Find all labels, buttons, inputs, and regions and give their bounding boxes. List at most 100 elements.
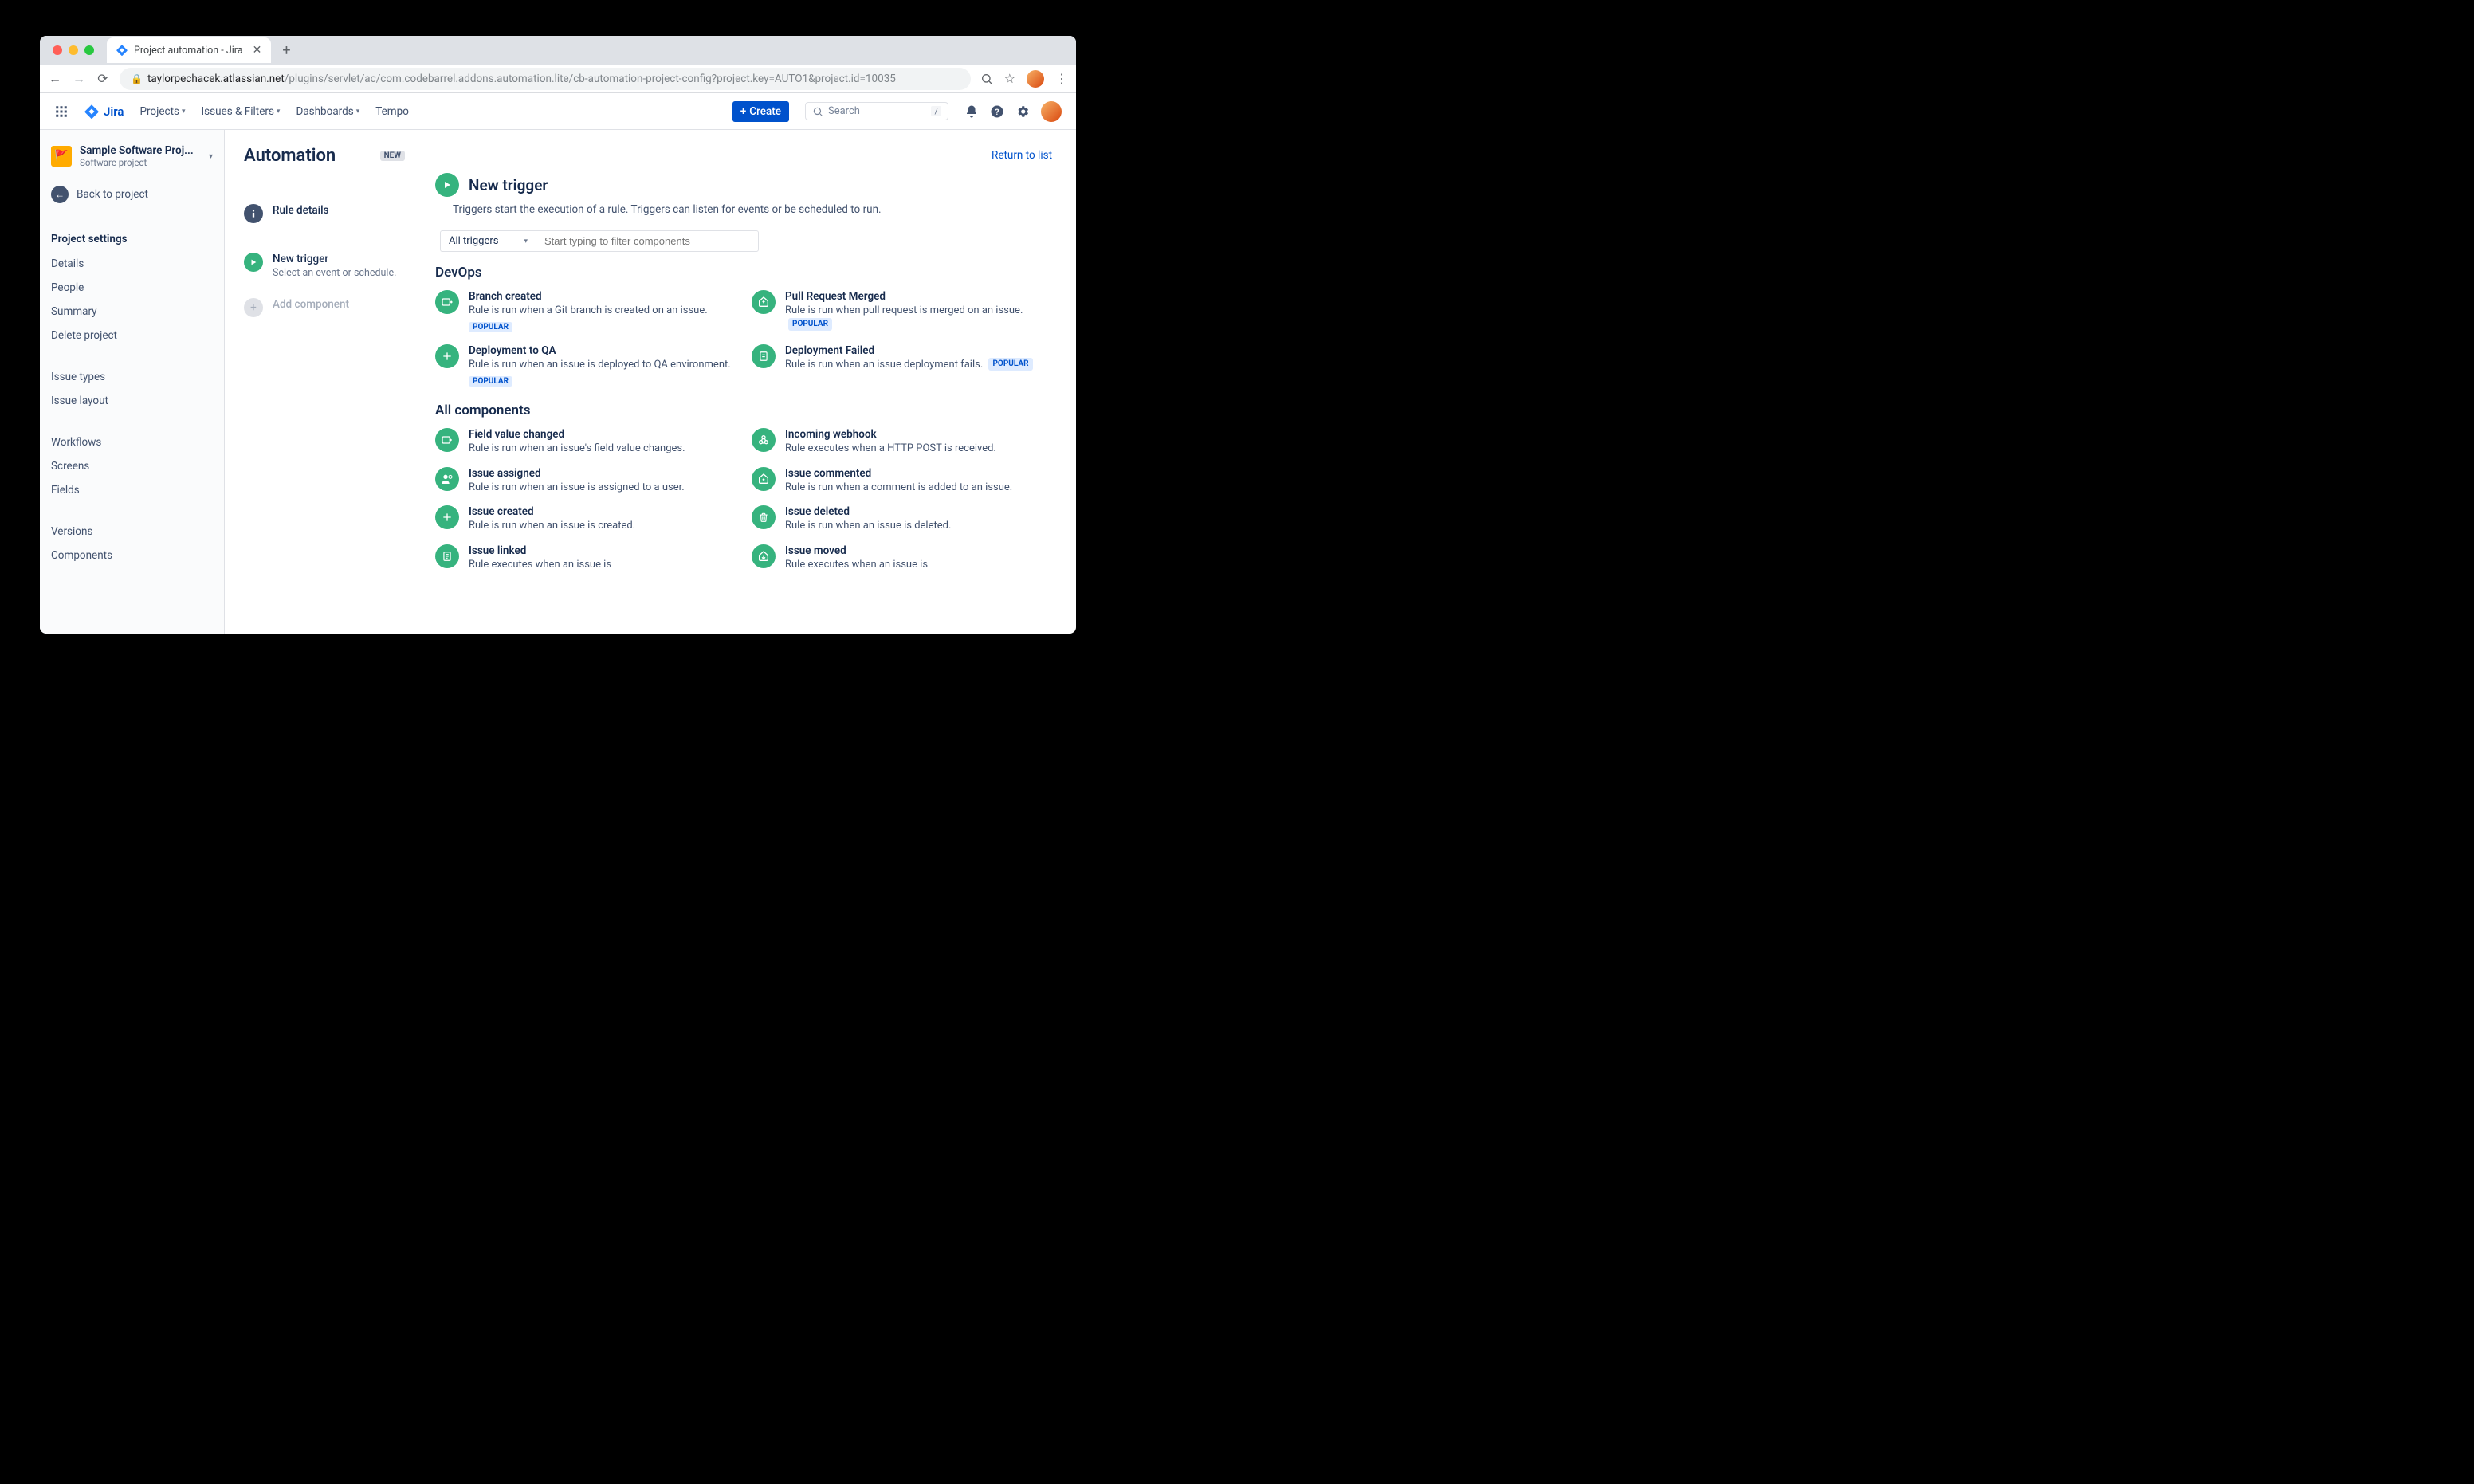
info-icon — [244, 204, 263, 223]
sidebar-heading: Project settings — [46, 226, 218, 252]
url-path: /plugins/servlet/ac/com.codebarrel.addon… — [285, 73, 896, 85]
new-badge: NEW — [380, 151, 405, 161]
trigger-card[interactable]: Deployment FailedRule is run when an iss… — [752, 344, 1052, 387]
browser-tab[interactable]: Project automation - Jira ✕ — [107, 37, 271, 63]
trigger-card[interactable]: Issue commentedRule is run when a commen… — [752, 467, 1052, 495]
tab-title: Project automation - Jira — [134, 45, 243, 57]
sidebar-item-workflows[interactable]: Workflows — [46, 430, 218, 454]
trigger-card-title: Issue linked — [469, 544, 611, 557]
plus-icon: + — [740, 105, 747, 118]
nav-projects[interactable]: Projects▾ — [139, 105, 185, 118]
doc-icon — [752, 344, 776, 368]
trigger-card[interactable]: Branch createdRule is run when a Git bra… — [435, 290, 736, 333]
arrow-left-icon: ← — [51, 186, 69, 203]
play-icon — [244, 253, 263, 272]
trigger-card[interactable]: Field value changedRule is run when an i… — [435, 428, 736, 456]
trigger-card-title: Pull Request Merged — [785, 290, 1052, 303]
trigger-card-desc: Rule is run when an issue's field value … — [469, 442, 685, 456]
trigger-card-title: Issue deleted — [785, 505, 951, 518]
trigger-card-title: Issue moved — [785, 544, 928, 557]
sidebar-item-details[interactable]: Details — [46, 252, 218, 276]
search-icon — [812, 106, 823, 117]
reload-button[interactable]: ⟳ — [96, 71, 110, 86]
trigger-card-title: Branch created — [469, 290, 708, 303]
nav-dashboards[interactable]: Dashboards▾ — [296, 105, 359, 118]
chevron-down-icon: ▾ — [182, 108, 186, 116]
chevron-down-icon: ▾ — [356, 108, 360, 116]
trigger-card[interactable]: Issue createdRule is run when an issue i… — [435, 505, 736, 533]
comment-icon — [752, 467, 776, 491]
user-icon — [435, 467, 459, 491]
trigger-filter-input[interactable] — [536, 230, 759, 252]
rule-step-add-component[interactable]: + Add component — [244, 289, 405, 327]
jira-logo[interactable]: Jira — [84, 104, 124, 119]
profile-avatar[interactable] — [1027, 70, 1044, 88]
sidebar-item-summary[interactable]: Summary — [46, 300, 218, 324]
app-switcher-icon[interactable] — [54, 104, 69, 119]
trigger-card[interactable]: Issue movedRule executes when an issue i… — [752, 544, 1052, 572]
rule-step-rule-details[interactable]: Rule details — [244, 194, 405, 233]
nav-tempo[interactable]: Tempo — [375, 105, 409, 118]
address-bar[interactable]: 🔒 taylorpechacek.atlassian.net/plugins/s… — [120, 68, 971, 90]
notifications-icon[interactable] — [964, 104, 979, 119]
chevron-down-icon: ▾ — [277, 108, 281, 116]
bookmark-icon[interactable]: ☆ — [1004, 71, 1015, 86]
sidebar-item-fields[interactable]: Fields — [46, 478, 218, 502]
trigger-card-desc: Rule is run when a comment is added to a… — [785, 481, 1012, 495]
help-icon[interactable]: ? — [990, 104, 1004, 119]
section-devops-heading: DevOps — [435, 265, 1052, 281]
pr-icon — [752, 290, 776, 314]
sidebar-item-people[interactable]: People — [46, 276, 218, 300]
trigger-card-desc: Rule is run when an issue is deleted. — [785, 519, 951, 533]
sidebar-item-issue-types[interactable]: Issue types — [46, 365, 218, 389]
settings-icon[interactable] — [1015, 104, 1030, 119]
trigger-card[interactable]: Deployment to QARule is run when an issu… — [435, 344, 736, 387]
sidebar-item-screens[interactable]: Screens — [46, 454, 218, 478]
search-shortcut: / — [931, 106, 941, 116]
user-avatar[interactable] — [1041, 101, 1062, 122]
rule-step-new-trigger[interactable]: New trigger Select an event or schedule. — [244, 243, 405, 289]
create-button[interactable]: +Create — [732, 101, 789, 122]
minimize-window-icon[interactable] — [69, 45, 78, 55]
trigger-card-desc: Rule is run when a Git branch is created… — [469, 304, 708, 318]
trigger-card-desc: Rule is run when an issue deployment fai… — [785, 358, 1033, 372]
project-switcher[interactable]: 🚩 Sample Software Proj... Software proje… — [46, 144, 218, 179]
trigger-card-desc: Rule is run when an issue is deployed to… — [469, 358, 731, 372]
play-icon — [435, 173, 459, 197]
trigger-card[interactable]: Pull Request MergedRule is run when pull… — [752, 290, 1052, 333]
sidebar-item-versions[interactable]: Versions — [46, 520, 218, 544]
popular-badge: POPULAR — [988, 358, 1032, 371]
close-tab-icon[interactable]: ✕ — [253, 44, 262, 57]
search-page-icon[interactable] — [980, 73, 993, 85]
back-button[interactable]: ← — [48, 71, 62, 87]
sidebar-item-components[interactable]: Components — [46, 544, 218, 567]
plus-icon — [435, 344, 459, 368]
back-to-project[interactable]: ← Back to project — [46, 179, 218, 210]
window-controls[interactable] — [46, 45, 100, 55]
trigger-card[interactable]: Issue linkedRule executes when an issue … — [435, 544, 736, 572]
trigger-heading: New trigger — [469, 176, 548, 194]
trigger-card-title: Deployment to QA — [469, 344, 731, 357]
sidebar-item-issue-layout[interactable]: Issue layout — [46, 389, 218, 413]
maximize-window-icon[interactable] — [84, 45, 94, 55]
sidebar-item-delete-project[interactable]: Delete project — [46, 324, 218, 347]
forward-button: → — [72, 71, 86, 87]
new-tab-button[interactable]: + — [277, 42, 295, 59]
trigger-card-title: Incoming webhook — [785, 428, 996, 441]
lock-icon: 🔒 — [131, 73, 143, 84]
close-window-icon[interactable] — [53, 45, 62, 55]
return-to-list-link[interactable]: Return to list — [992, 149, 1052, 162]
url-host: taylorpechacek.atlassian.net — [147, 73, 285, 85]
trigger-card-title: Deployment Failed — [785, 344, 1033, 357]
field-icon — [435, 428, 459, 452]
trigger-category-dropdown[interactable]: All triggers ▾ — [440, 230, 536, 252]
browser-menu-icon[interactable]: ⋮ — [1055, 71, 1068, 86]
trigger-card[interactable]: Issue deletedRule is run when an issue i… — [752, 505, 1052, 533]
nav-issues-filters[interactable]: Issues & Filters▾ — [202, 105, 281, 118]
trigger-card-title: Field value changed — [469, 428, 685, 441]
trigger-card[interactable]: Issue assignedRule is run when an issue … — [435, 467, 736, 495]
trigger-card[interactable]: Incoming webhookRule executes when a HTT… — [752, 428, 1052, 456]
branch-icon — [435, 290, 459, 314]
trigger-card-desc: Rule executes when an issue is — [785, 558, 928, 572]
search-input[interactable]: Search / — [805, 102, 948, 120]
